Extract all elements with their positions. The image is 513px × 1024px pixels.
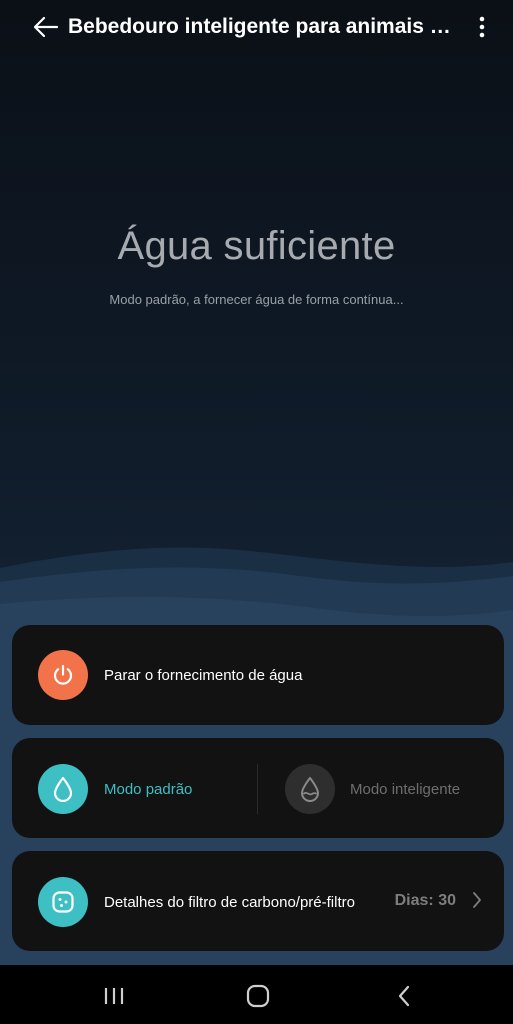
water-status-subtitle: Modo padrão, a fornecer água de forma co… bbox=[109, 292, 404, 307]
mode-divider bbox=[257, 764, 258, 814]
recents-icon bbox=[104, 988, 124, 1004]
app-screen: Bebedouro inteligente para animais de es… bbox=[0, 0, 513, 1024]
page-title: Bebedouro inteligente para animais de es… bbox=[68, 15, 453, 38]
app-header: Bebedouro inteligente para animais de es… bbox=[0, 0, 513, 54]
home-button[interactable] bbox=[238, 979, 278, 1013]
nav-back-button[interactable] bbox=[384, 979, 424, 1013]
system-navigation-bar bbox=[0, 965, 513, 1024]
standard-mode-label[interactable]: Modo padrão bbox=[104, 781, 192, 798]
home-icon bbox=[246, 984, 270, 1008]
recents-button[interactable] bbox=[94, 979, 134, 1013]
smart-mode-label[interactable]: Modo inteligente bbox=[350, 781, 460, 798]
filter-details-card[interactable]: Detalhes do filtro de carbono/pré-filtro… bbox=[12, 851, 504, 951]
filter-days-remaining: Dias: 30 bbox=[394, 892, 456, 909]
nav-back-icon bbox=[398, 985, 410, 1007]
smart-mode-button[interactable] bbox=[285, 764, 335, 814]
filter-details-label: Detalhes do filtro de carbono/pré-filtro bbox=[104, 894, 355, 911]
filter-icon-badge bbox=[38, 877, 88, 927]
filter-icon bbox=[52, 891, 74, 913]
smart-drop-icon bbox=[301, 777, 319, 802]
more-vertical-icon bbox=[479, 16, 485, 38]
power-icon bbox=[53, 664, 73, 685]
chevron-right-icon bbox=[473, 892, 481, 908]
stop-water-label: Parar o fornecimento de água bbox=[104, 667, 303, 684]
power-button[interactable] bbox=[38, 650, 88, 700]
arrow-left-icon bbox=[33, 16, 59, 38]
more-options-button[interactable] bbox=[469, 8, 495, 46]
mode-card: Modo padrão Modo inteligente bbox=[12, 738, 504, 838]
water-status-title: Água suficiente bbox=[117, 224, 396, 268]
back-button[interactable] bbox=[26, 7, 66, 47]
stop-water-card[interactable]: Parar o fornecimento de água bbox=[12, 625, 504, 725]
water-drop-icon bbox=[53, 776, 73, 802]
standard-mode-button[interactable] bbox=[38, 764, 88, 814]
